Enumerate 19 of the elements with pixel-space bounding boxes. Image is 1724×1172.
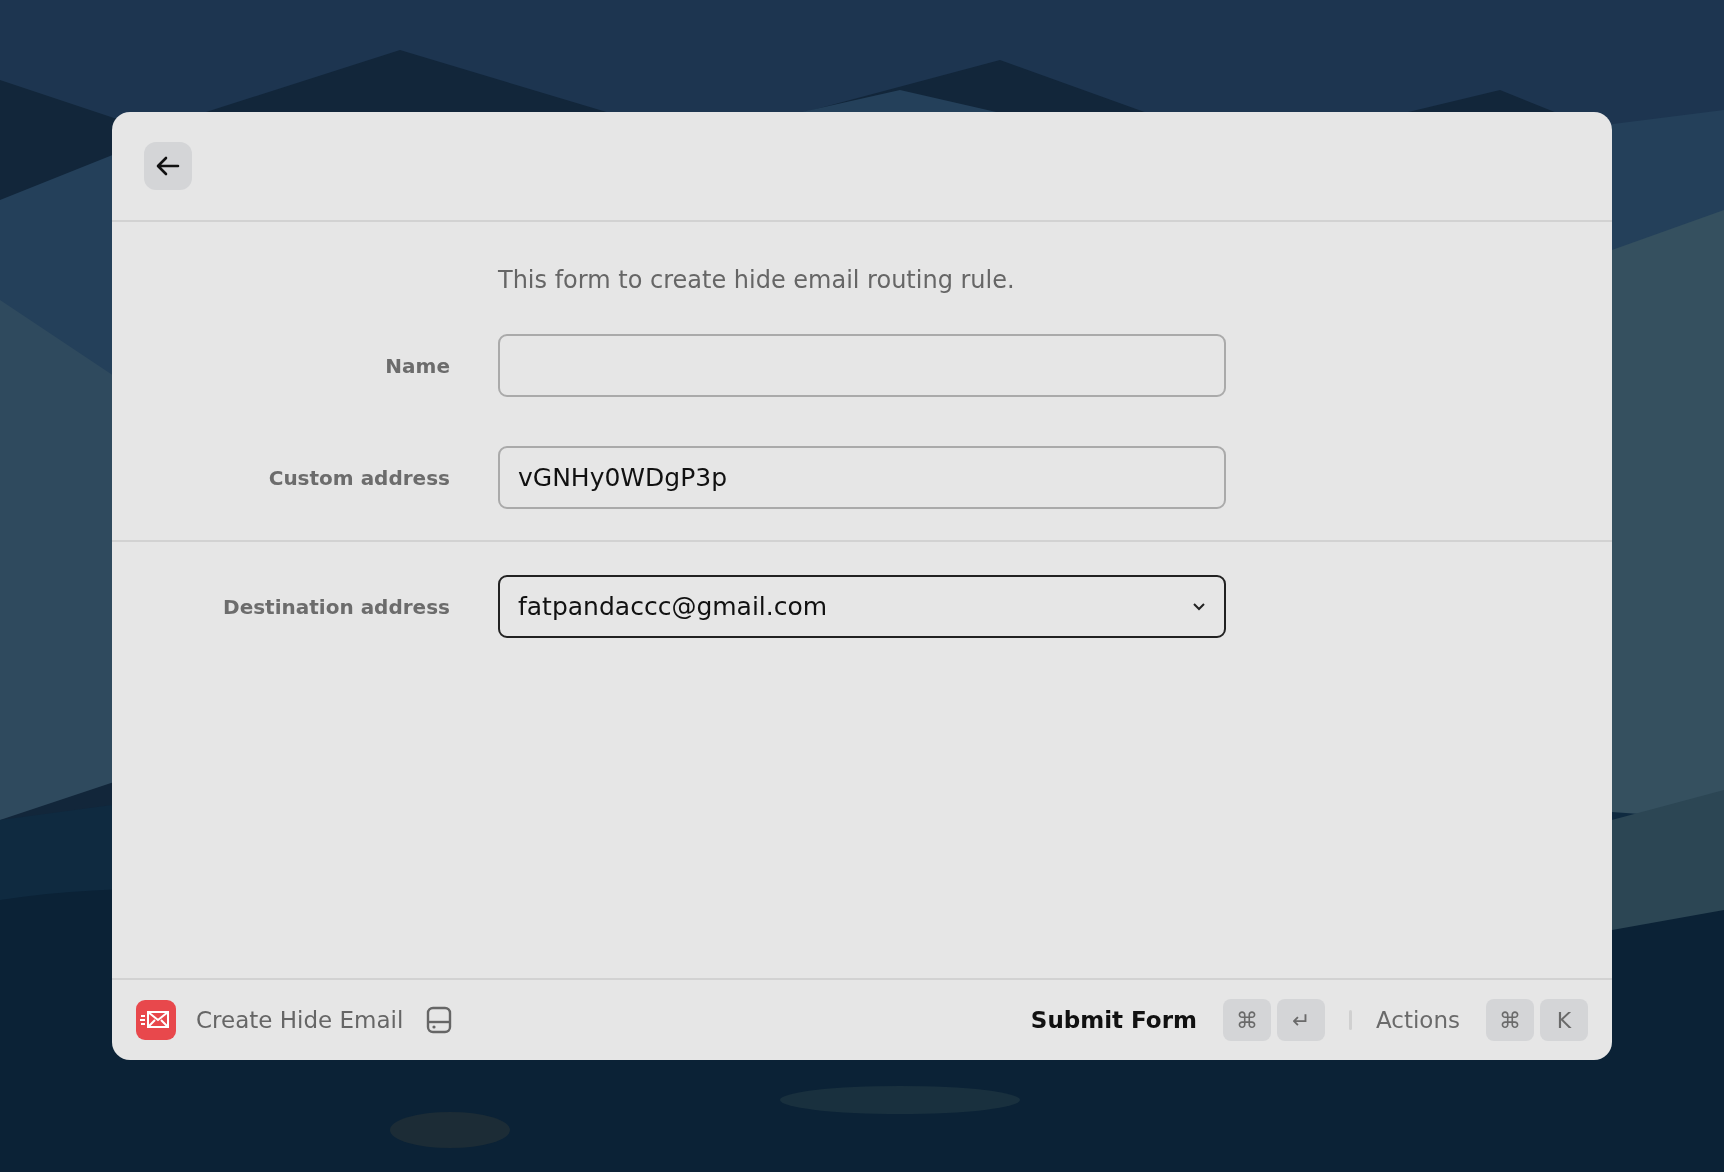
field-label: Name xyxy=(384,353,450,378)
action-button[interactable]: Submit Form xyxy=(1030,1007,1217,1033)
shortcut-key: ↵ xyxy=(1277,999,1325,1041)
shortcut-key: K xyxy=(1540,999,1588,1041)
shortcut-key: ⌘ xyxy=(1223,999,1271,1041)
field-label: Custom address xyxy=(267,465,450,490)
input-field[interactable]: vGNHy0WDgP3p xyxy=(498,446,1226,509)
form-description: This form to create hide email routing rule. xyxy=(498,266,1016,294)
chevron-down-icon xyxy=(1192,602,1206,611)
shortcut-key: ⌘ xyxy=(1486,999,1534,1041)
dropdown-field[interactable]: fatpandaccc@gmail.com xyxy=(498,575,1226,638)
back-arrow-icon xyxy=(156,156,180,176)
drive-icon xyxy=(425,1006,454,1034)
back-button[interactable] xyxy=(144,142,192,190)
field-label: Destination address xyxy=(222,594,450,619)
mail-app-icon xyxy=(136,1000,176,1040)
action-button[interactable]: Actions xyxy=(1376,1007,1480,1033)
input-field[interactable] xyxy=(498,334,1226,397)
command-title: Create Hide Email xyxy=(196,1007,404,1033)
